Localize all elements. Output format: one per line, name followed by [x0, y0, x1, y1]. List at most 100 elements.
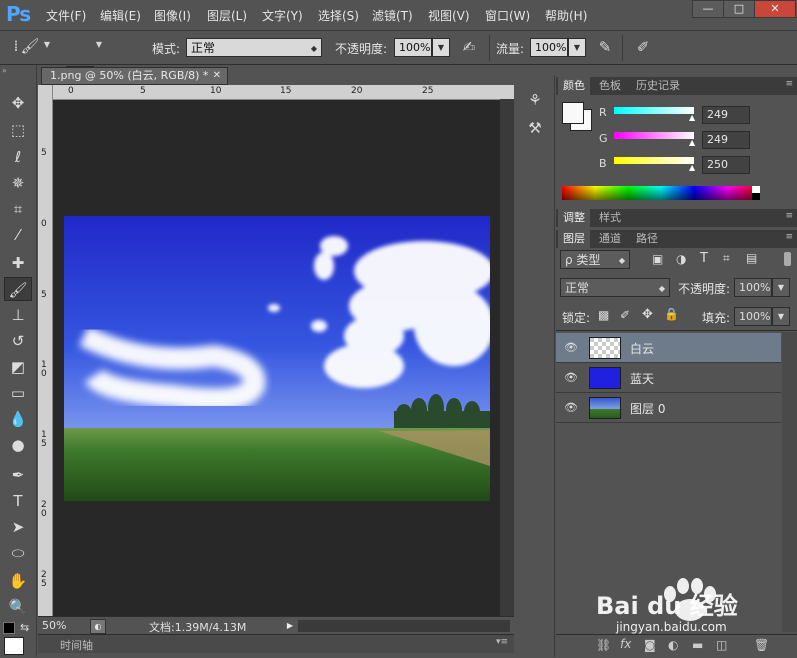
- marquee-tool-icon[interactable]: ⬚: [4, 118, 32, 142]
- layer-opacity-dropdown-button[interactable]: ▼: [772, 278, 790, 297]
- layer-opacity-input[interactable]: 100%: [734, 278, 772, 297]
- layer-style-fx-icon[interactable]: fx: [620, 637, 631, 651]
- channel-r-slider[interactable]: [614, 107, 694, 114]
- status-menu-icon[interactable]: ◐: [90, 619, 106, 634]
- channel-g-slider[interactable]: [614, 132, 694, 139]
- menu-type[interactable]: 文字(Y): [262, 7, 303, 24]
- add-mask-icon[interactable]: ◙: [644, 638, 656, 652]
- layer-filter-kind-dropdown[interactable]: ρ 类型 ◆: [560, 250, 630, 269]
- filter-smart-object-icon[interactable]: ▤: [746, 251, 757, 265]
- gradient-tool-icon[interactable]: ▭: [4, 381, 32, 405]
- channel-r-input[interactable]: 249: [702, 106, 750, 124]
- horizontal-scrollbar[interactable]: [298, 620, 510, 632]
- black-swatch[interactable]: [752, 193, 760, 200]
- channel-b-input[interactable]: 250: [702, 156, 750, 174]
- tab-adjustments[interactable]: 调整: [558, 209, 590, 227]
- layer-name[interactable]: 蓝天: [630, 370, 654, 387]
- move-tool-icon[interactable]: ✥: [4, 91, 32, 115]
- filter-adjustment-icon[interactable]: ◑: [676, 252, 686, 266]
- canvas-image[interactable]: [64, 216, 490, 501]
- layer-row-blue-sky[interactable]: 👁 蓝天: [556, 363, 781, 393]
- maximize-button[interactable]: □: [723, 0, 755, 18]
- clone-stamp-tool-icon[interactable]: ⊥: [4, 303, 32, 327]
- brush-tool-icon[interactable]: 🖌: [4, 277, 32, 301]
- magic-wand-tool-icon[interactable]: ✵: [4, 171, 32, 195]
- foreground-color-swatch[interactable]: [4, 637, 24, 655]
- tool-presets-icon[interactable]: ⚒: [524, 119, 546, 137]
- flow-dropdown-button[interactable]: ▼: [568, 38, 586, 57]
- menu-edit[interactable]: 编辑(E): [100, 7, 141, 24]
- layer-name[interactable]: 白云: [630, 340, 654, 357]
- layer-row-layer0[interactable]: 👁 图层 0: [556, 393, 781, 423]
- close-button[interactable]: ✕: [754, 0, 796, 18]
- swap-colors-icon[interactable]: ⇆: [20, 621, 29, 634]
- menu-image[interactable]: 图像(I): [154, 7, 191, 24]
- collapse-panel-icon[interactable]: »: [2, 66, 7, 75]
- filter-toggle-switch[interactable]: [784, 252, 791, 266]
- menu-help[interactable]: 帮助(H): [545, 7, 587, 24]
- menu-filter[interactable]: 滤镜(T): [372, 7, 413, 24]
- brush-panel-icon[interactable]: ⚘: [524, 91, 546, 109]
- shape-tool-icon[interactable]: ⬭: [4, 541, 32, 565]
- slider-thumb-icon[interactable]: ▲: [689, 113, 695, 122]
- visibility-eye-icon[interactable]: 👁: [564, 371, 578, 384]
- default-colors-icon[interactable]: [3, 622, 15, 634]
- chevron-down-icon[interactable]: ▼: [94, 40, 104, 49]
- layer-blend-mode-dropdown[interactable]: 正常 ◆: [560, 278, 670, 297]
- delete-layer-icon[interactable]: 🗑: [754, 638, 769, 652]
- panel-menu-icon[interactable]: ▾≡: [496, 637, 508, 647]
- lock-all-icon[interactable]: 🔒: [664, 307, 679, 321]
- menu-window[interactable]: 窗口(W): [485, 7, 530, 24]
- tab-channels[interactable]: 通道: [594, 230, 626, 248]
- slider-thumb-icon[interactable]: ▲: [689, 163, 695, 172]
- opacity-input[interactable]: 100%: [394, 38, 432, 57]
- pressure-opacity-icon[interactable]: ✍: [458, 38, 480, 56]
- tab-swatches[interactable]: 色板: [594, 77, 626, 95]
- menu-file[interactable]: 文件(F): [46, 7, 86, 24]
- close-tab-icon[interactable]: ✕: [213, 68, 221, 84]
- timeline-panel-bar[interactable]: 时间轴 ▾≡: [38, 634, 514, 653]
- layer-row-clouds[interactable]: 👁 白云: [556, 333, 781, 363]
- tab-styles[interactable]: 样式: [594, 209, 626, 227]
- new-layer-icon[interactable]: ◫: [716, 638, 727, 652]
- airbrush-icon[interactable]: ✎: [594, 38, 616, 56]
- tab-layers[interactable]: 图层: [558, 230, 590, 248]
- fill-input[interactable]: 100%: [734, 307, 772, 326]
- pressure-size-icon[interactable]: ✐: [632, 38, 654, 56]
- opacity-dropdown-button[interactable]: ▼: [432, 38, 450, 57]
- history-brush-tool-icon[interactable]: ↺: [4, 329, 32, 353]
- lock-image-icon[interactable]: ✐: [620, 308, 630, 322]
- eraser-tool-icon[interactable]: ◩: [4, 355, 32, 379]
- lock-position-icon[interactable]: ✥: [642, 307, 653, 322]
- vertical-scrollbar[interactable]: [500, 99, 514, 618]
- channel-b-slider[interactable]: [614, 157, 694, 164]
- flow-input[interactable]: 100%: [530, 38, 568, 57]
- layer-name[interactable]: 图层 0: [630, 400, 665, 417]
- dodge-tool-icon[interactable]: ●: [4, 433, 32, 457]
- brush-tool-preset-icon[interactable]: 🖌: [18, 37, 42, 55]
- panel-menu-icon[interactable]: ≡: [785, 79, 793, 89]
- fill-dropdown-button[interactable]: ▼: [772, 307, 790, 326]
- slider-thumb-icon[interactable]: ▲: [689, 138, 695, 147]
- filter-pixel-icon[interactable]: ▣: [652, 252, 663, 266]
- menu-select[interactable]: 选择(S): [318, 7, 359, 24]
- blur-tool-icon[interactable]: 💧: [4, 407, 32, 431]
- channel-g-input[interactable]: 249: [702, 131, 750, 149]
- path-selection-tool-icon[interactable]: ➤: [4, 515, 32, 539]
- zoom-tool-icon[interactable]: 🔍: [4, 595, 32, 619]
- minimize-button[interactable]: —: [692, 0, 724, 18]
- hand-tool-icon[interactable]: ✋: [4, 569, 32, 593]
- type-tool-icon[interactable]: T: [4, 489, 32, 513]
- filter-type-icon[interactable]: T: [700, 251, 708, 266]
- panel-menu-icon[interactable]: ≡: [785, 211, 793, 221]
- link-layers-icon[interactable]: ⛓: [596, 638, 611, 652]
- tab-paths[interactable]: 路径: [631, 230, 663, 248]
- white-swatch[interactable]: [752, 186, 760, 193]
- tab-history[interactable]: 历史记录: [631, 77, 685, 95]
- foreground-color-swatch[interactable]: [562, 102, 584, 124]
- crop-tool-icon[interactable]: ⌗: [4, 197, 32, 221]
- pen-tool-icon[interactable]: ✒: [4, 463, 32, 487]
- document-tab[interactable]: 1.png @ 50% (白云, RGB/8) * ✕: [41, 67, 228, 85]
- healing-brush-tool-icon[interactable]: ✚: [4, 251, 32, 275]
- play-arrow-icon[interactable]: ▶: [283, 617, 297, 634]
